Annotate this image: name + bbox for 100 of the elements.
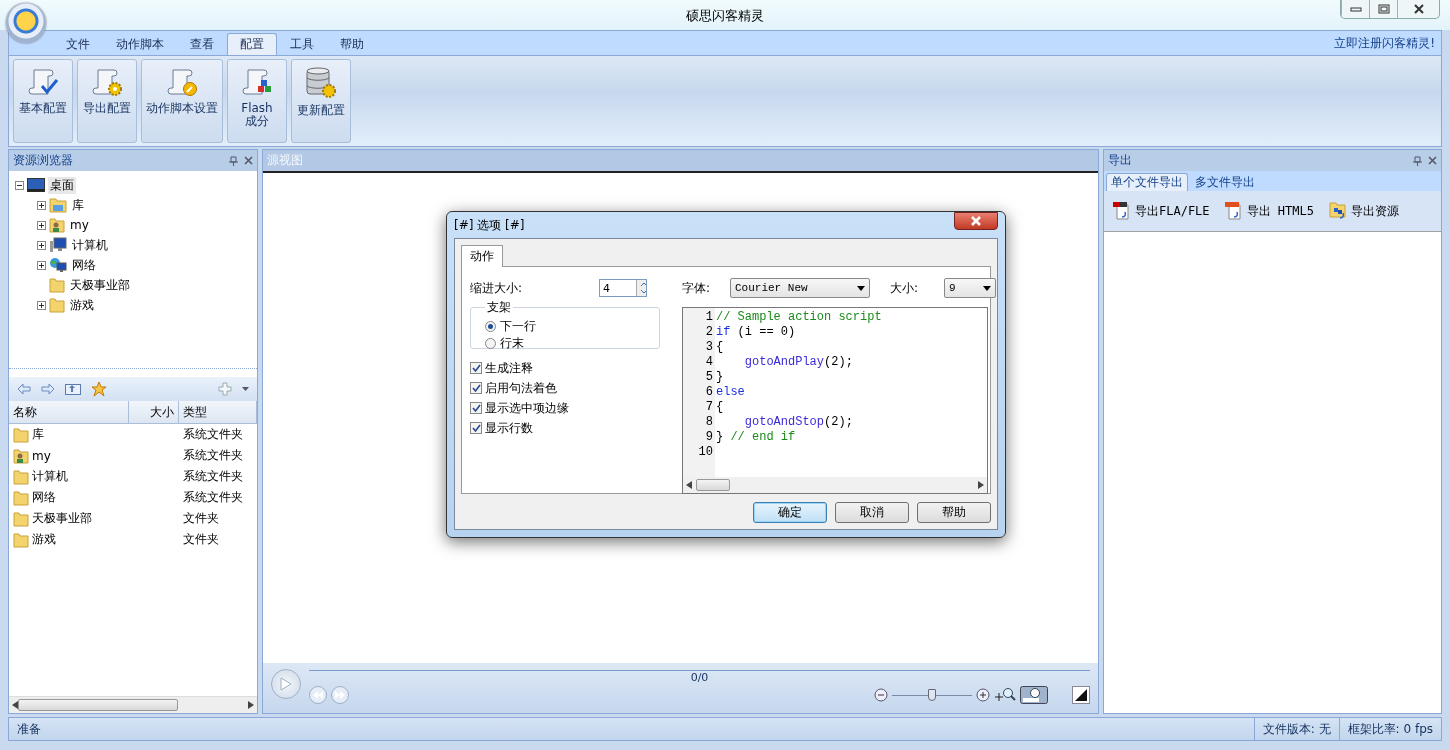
file-name[interactable]: 库	[32, 426, 44, 443]
scroll-left-arrow-icon[interactable]	[12, 701, 18, 709]
menu-tab[interactable]: 帮助	[327, 33, 377, 55]
scroll-right-arrow-icon[interactable]	[248, 701, 254, 709]
scrollbar-thumb[interactable]	[18, 699, 178, 711]
expand-toggle-icon[interactable]	[37, 260, 46, 270]
export-button[interactable]: 导出资源	[1327, 201, 1399, 221]
window-title: 硕思闪客精灵	[686, 7, 764, 25]
database-gear-icon	[304, 66, 338, 100]
ribbon-button[interactable]: Flash 成分	[227, 59, 287, 143]
file-name[interactable]: 天极事业部	[32, 510, 92, 527]
fast-forward-icon	[335, 691, 345, 699]
spin-arrows-icon[interactable]	[636, 280, 646, 296]
export-button[interactable]: 导出FLA/FLE	[1112, 201, 1210, 221]
tree-item[interactable]: 天极事业部	[68, 276, 132, 294]
tree-item[interactable]: my	[68, 218, 91, 232]
collapse-toggle-icon[interactable]	[15, 180, 24, 190]
network-icon	[49, 257, 67, 273]
document-export-icon	[1112, 201, 1132, 221]
menu-tab[interactable]: 动作脚本	[103, 33, 177, 55]
register-link[interactable]: 立即注册闪客精灵!	[1334, 34, 1435, 52]
dropdown-arrow-icon[interactable]	[857, 285, 865, 291]
tree-item[interactable]: 桌面	[48, 176, 76, 194]
tree-item[interactable]: 库	[70, 196, 86, 214]
scroll-check-icon	[26, 66, 60, 98]
tree-item[interactable]: 计算机	[70, 236, 110, 254]
radio-label[interactable]: 行末	[500, 335, 524, 352]
expand-toggle-icon[interactable]	[37, 220, 46, 230]
zoom-in-icon[interactable]	[976, 688, 990, 702]
expand-toggle-icon[interactable]	[37, 300, 46, 310]
file-name[interactable]: 计算机	[32, 468, 68, 485]
dialog-button[interactable]: 帮助	[917, 502, 991, 523]
dialog-button[interactable]: 确定	[753, 502, 827, 523]
export-button[interactable]: 导出 HTML5	[1223, 201, 1314, 221]
scroll-right-arrow-icon[interactable]	[978, 481, 984, 489]
dialog-button[interactable]: 取消	[835, 502, 909, 523]
folder-export-icon	[1327, 201, 1348, 221]
menu-tab[interactable]: 文件	[53, 33, 103, 55]
code-editor[interactable]: 1 2 3 4 5 6 7 8 9 10 // Sample action script if (i == 0) { gotoAndPlay(2); } else { gotoAndStop(2); } // end if	[682, 307, 988, 494]
app-menu-orb[interactable]	[6, 3, 46, 43]
expand-toggle-icon[interactable]	[37, 240, 46, 250]
menu-tab[interactable]: 配置	[227, 33, 277, 55]
indent-spinner[interactable]: 4	[599, 279, 647, 297]
ribbon-button[interactable]: 基本配置	[13, 59, 73, 143]
checkbox-label[interactable]: 生成注释	[485, 359, 533, 377]
column-header[interactable]: 大小	[129, 401, 179, 423]
pin-icon[interactable]	[1413, 155, 1422, 166]
indent-input[interactable]: 4	[600, 281, 636, 295]
back-arrow-icon[interactable]	[17, 383, 31, 395]
size-dropdown[interactable]: 9	[944, 278, 996, 298]
ribbon-button[interactable]: 导出配置	[77, 59, 137, 143]
menu-tab[interactable]: 查看	[177, 33, 227, 55]
ribbon-button[interactable]: 更新配置	[291, 59, 351, 143]
tree-item[interactable]: 网络	[70, 256, 98, 274]
forward-arrow-icon[interactable]	[41, 383, 55, 395]
scrollbar-thumb[interactable]	[696, 479, 730, 491]
column-header[interactable]: 名称	[9, 401, 129, 423]
radio-button[interactable]	[485, 338, 496, 349]
ribbon-button[interactable]: 动作脚本设置	[141, 59, 223, 143]
dropdown-arrow-icon[interactable]	[983, 285, 991, 291]
zoom-100-icon[interactable]	[1020, 686, 1048, 704]
font-dropdown[interactable]: Courier New	[730, 278, 870, 298]
radio-label[interactable]: 下一行	[500, 318, 536, 335]
tree-item[interactable]: 游戏	[68, 296, 96, 314]
close-icon[interactable]	[244, 156, 253, 165]
pin-icon[interactable]	[229, 155, 238, 166]
file-name[interactable]: 网络	[32, 489, 56, 506]
close-icon[interactable]	[1428, 156, 1437, 165]
checkbox-label[interactable]: 显示选中项边缘	[485, 399, 569, 417]
scroll-cubes-icon	[240, 66, 274, 98]
zoom-slider[interactable]	[892, 689, 972, 701]
star-icon[interactable]	[91, 381, 107, 397]
line-number: 2	[705, 325, 714, 340]
export-tab[interactable]: 单个文件导出	[1106, 173, 1188, 191]
file-type: 系统文件夹	[183, 447, 244, 464]
scroll-left-arrow-icon[interactable]	[686, 481, 692, 489]
font-label: 字体:	[682, 279, 712, 297]
file-name[interactable]: 游戏	[32, 531, 56, 548]
pan-zoom-icon[interactable]	[994, 687, 1016, 703]
checkbox-label[interactable]: 启用句法着色	[485, 379, 557, 397]
close-button[interactable]	[954, 212, 998, 230]
file-name[interactable]: my	[32, 448, 51, 463]
code-line: if (i == 0)	[716, 325, 796, 339]
dropdown-arrow-icon[interactable]	[242, 387, 249, 391]
computer-icon	[49, 237, 67, 253]
column-header[interactable]: 类型	[179, 401, 257, 423]
checkbox[interactable]	[470, 362, 482, 374]
file-type: 系统文件夹	[183, 468, 244, 485]
checkbox-label[interactable]: 显示行数	[485, 419, 533, 437]
dialog-tab[interactable]: 动作	[461, 245, 503, 267]
color-swatch-icon[interactable]	[1072, 686, 1090, 704]
checkbox[interactable]	[470, 382, 482, 394]
checkbox[interactable]	[470, 402, 482, 414]
zoom-out-icon[interactable]	[874, 688, 888, 702]
checkbox[interactable]	[470, 422, 482, 434]
folder-up-icon[interactable]	[65, 383, 81, 395]
expand-toggle-icon[interactable]	[37, 200, 46, 210]
export-tab[interactable]: 多文件导出	[1190, 173, 1260, 191]
menu-tab[interactable]: 工具	[277, 33, 327, 55]
radio-button[interactable]	[485, 321, 496, 332]
